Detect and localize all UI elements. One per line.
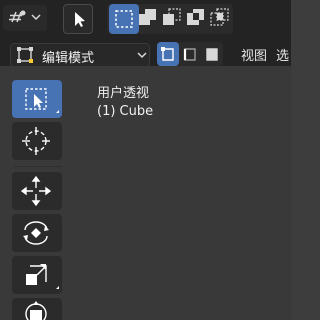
select-mode-group — [157, 42, 223, 66]
tool-rotate[interactable] — [12, 214, 62, 252]
viewport-object-label: (1) Cube — [97, 104, 154, 119]
chevron-down-icon — [137, 52, 147, 59]
tool-cursor[interactable] — [12, 122, 62, 160]
hash-pivot-icon — [9, 10, 41, 23]
select-intersect-button[interactable] — [205, 4, 235, 34]
tool-settings-header — [0, 0, 291, 38]
face-select-icon — [206, 48, 218, 61]
transform-icon — [25, 301, 47, 320]
tool-scale[interactable] — [12, 256, 62, 294]
transform-pivot-button[interactable] — [3, 5, 47, 31]
move-icon — [20, 175, 52, 207]
tool-transform[interactable] — [12, 298, 62, 320]
face-select-button[interactable] — [201, 42, 223, 66]
mode-dropdown[interactable]: 编辑模式 — [10, 43, 150, 67]
cursor-icon — [22, 127, 50, 155]
select-box-icon — [25, 88, 59, 113]
selection-mode-group — [107, 4, 233, 34]
mode-label: 编辑模式 — [42, 51, 95, 66]
vertex-select-icon — [161, 47, 174, 61]
viewport-perspective-label: 用户透视 — [97, 86, 150, 101]
tool-select-box[interactable] — [12, 80, 62, 118]
edge-select-button[interactable] — [179, 42, 201, 66]
rotate-icon — [23, 221, 49, 245]
scale-icon — [26, 264, 59, 289]
view-menu[interactable]: 视图 — [229, 44, 269, 64]
tool-move[interactable] — [12, 172, 62, 210]
select-menu[interactable]: 选 — [276, 44, 291, 64]
edit-mode-icon — [17, 47, 33, 63]
toolbar-divider — [14, 166, 62, 167]
cursor-arrow-icon — [75, 12, 85, 27]
select-intersect-icon — [210, 8, 229, 26]
edge-select-icon — [183, 48, 196, 61]
vertex-select-button[interactable] — [157, 42, 179, 66]
select-tool-button[interactable] — [63, 4, 93, 34]
